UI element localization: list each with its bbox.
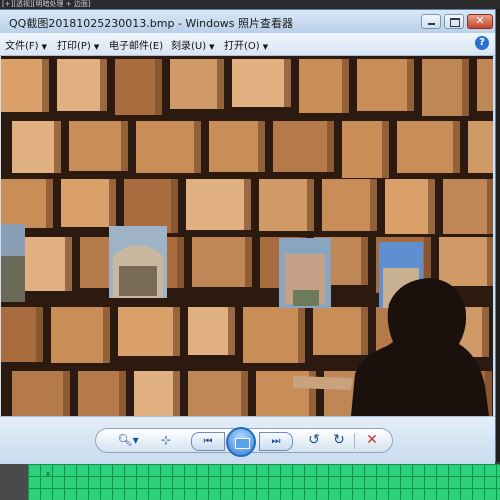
photo-image <box>1 56 493 416</box>
chevron-down-icon: ▼ <box>209 43 215 51</box>
chevron-down-icon: ▼ <box>262 43 269 51</box>
background-viewport-label: [+][透视][明暗处理 + 边面] <box>0 0 500 9</box>
menu-file-label: 文件(F) <box>5 41 39 52</box>
title-bar[interactable]: QQ截图20181025230013.bmp - Windows 照片查看器 ✕ <box>0 10 495 33</box>
minimize-button[interactable] <box>421 14 441 29</box>
zoom-icon[interactable]: 🔍︎▾ <box>111 430 145 451</box>
maximize-button[interactable] <box>444 14 464 29</box>
next-icon: ⏭ <box>271 436 281 447</box>
menu-print[interactable]: 打印(P) ▼ <box>57 37 99 52</box>
delete-icon[interactable]: ✕ <box>363 430 381 451</box>
chevron-down-icon: ▼ <box>93 43 100 51</box>
menu-open-label: 打开(O) <box>224 41 260 52</box>
axis-label: x <box>46 470 51 478</box>
rotate-ccw-icon[interactable]: ↺ <box>305 430 323 451</box>
help-icon[interactable]: ? <box>475 36 489 50</box>
chevron-down-icon: ▼ <box>41 43 47 51</box>
menu-email[interactable]: 电子邮件(E) <box>109 37 163 52</box>
menu-email-label: 电子邮件(E) <box>109 41 164 52</box>
background-app-sidebar <box>0 464 28 500</box>
background-viewport-grid[interactable] <box>28 464 500 500</box>
photo-display[interactable] <box>1 56 493 416</box>
control-bar: 🔍︎▾ ⊹ ⏮ ⏭ ↺ ↻ ✕ <box>0 416 495 464</box>
close-icon: ✕ <box>475 14 485 27</box>
rotate-cw-icon[interactable]: ↻ <box>330 430 348 451</box>
menu-bar: 文件(F) ▼ 打印(P) ▼ 电子邮件(E) 刻录(U) ▼ 打开(O) ▼ ? <box>0 33 495 56</box>
actual-size-icon[interactable]: ⊹ <box>157 430 175 451</box>
photo-viewer-window: QQ截图20181025230013.bmp - Windows 照片查看器 ✕… <box>0 9 496 464</box>
menu-open[interactable]: 打开(O) ▼ <box>224 37 268 52</box>
previous-button[interactable]: ⏮ <box>191 432 225 451</box>
menu-burn-label: 刻录(U) <box>171 41 207 52</box>
slideshow-icon <box>235 438 250 449</box>
slideshow-button[interactable] <box>226 427 256 457</box>
close-button[interactable]: ✕ <box>467 14 493 29</box>
menu-file[interactable]: 文件(F) ▼ <box>5 37 47 52</box>
menu-burn[interactable]: 刻录(U) ▼ <box>171 37 215 52</box>
window-title: QQ截图20181025230013.bmp - Windows 照片查看器 <box>9 17 294 30</box>
menu-print-label: 打印(P) <box>57 41 91 52</box>
next-button[interactable]: ⏭ <box>259 432 293 451</box>
separator <box>354 433 355 449</box>
previous-icon: ⏮ <box>203 436 213 447</box>
